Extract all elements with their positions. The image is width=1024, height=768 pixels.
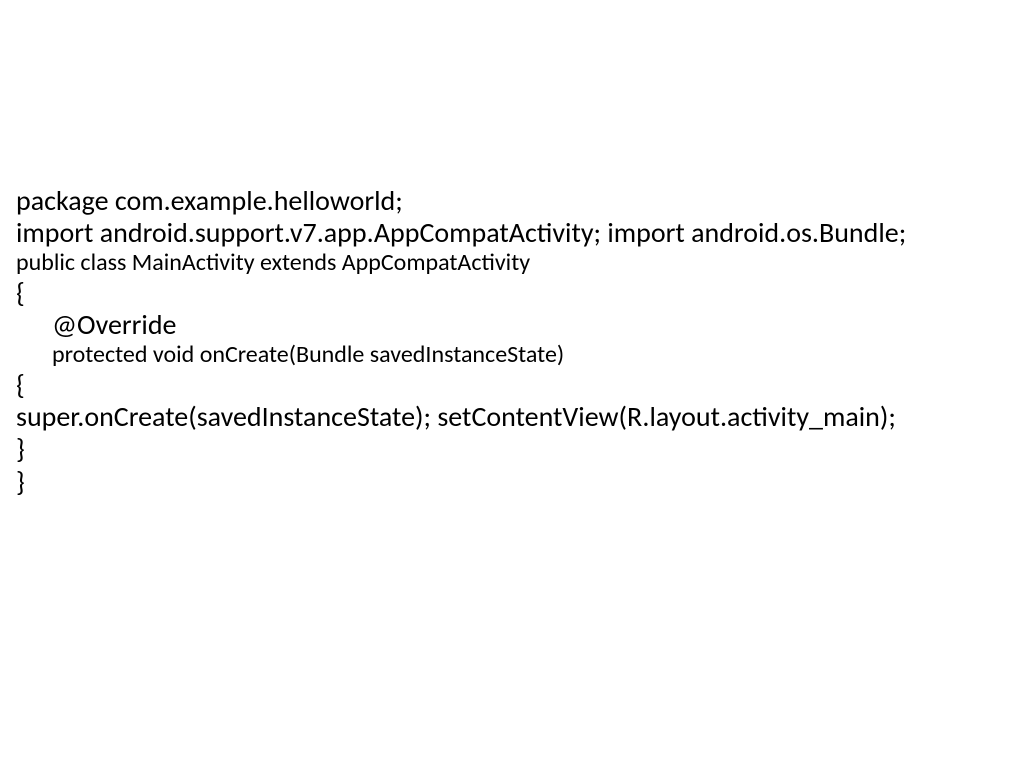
code-line: public class MainActivity extends AppCom… (16, 249, 984, 277)
code-line: protected void onCreate(Bundle savedInst… (16, 341, 984, 369)
code-line: @Override (16, 309, 984, 341)
code-line: } (16, 433, 984, 465)
code-line: import android.support.v7.app.AppCompatA… (16, 217, 984, 249)
code-line: super.onCreate(savedInstanceState); setC… (16, 401, 984, 433)
code-line: } (16, 466, 984, 498)
slide-content: package com.example.helloworld; import a… (0, 0, 1024, 498)
code-line: { (16, 369, 984, 401)
code-line: { (16, 277, 984, 309)
code-line: package com.example.helloworld; (16, 185, 984, 217)
